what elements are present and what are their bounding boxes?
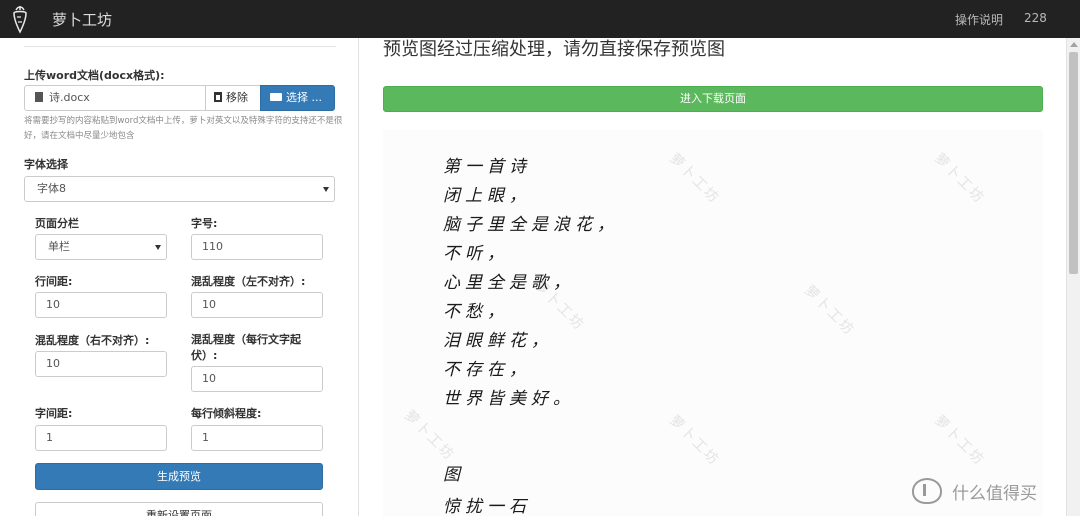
trash-icon — [214, 92, 222, 102]
carrot-logo-icon[interactable] — [8, 4, 32, 34]
font-size-input[interactable]: 110 — [191, 234, 323, 260]
top-navbar: 萝卜工坊 操作说明 228 — [0, 0, 1080, 38]
corner-brand-text: 什么值得买 — [952, 484, 1037, 504]
generate-preview-button[interactable]: 生成预览 — [35, 463, 323, 490]
font-select[interactable]: 字体8 — [24, 176, 335, 202]
poem-line: 不愁， — [443, 302, 509, 322]
tilt-input[interactable]: 1 — [191, 425, 323, 451]
brand-name[interactable]: 萝卜工坊 — [52, 9, 112, 30]
corner-brand: 什么值得买 — [912, 476, 1080, 504]
brand-mark-icon — [912, 478, 942, 504]
chevron-down-icon — [155, 245, 161, 250]
columns-select[interactable]: 单栏 — [35, 234, 167, 260]
choose-file-button[interactable]: 选择 ... — [260, 85, 335, 111]
poem-line: 图 — [443, 465, 465, 485]
chaos-left-label: 混乱程度（左不对齐）: — [191, 275, 306, 288]
columns-label: 页面分栏 — [35, 217, 79, 230]
font-select-value: 字体8 — [37, 182, 66, 195]
visit-count[interactable]: 228 — [1024, 11, 1047, 25]
watermark: 萝卜工坊 — [401, 407, 458, 464]
file-icon — [35, 92, 43, 102]
remove-file-button[interactable]: 移除 — [205, 85, 261, 111]
preview-image: 萝卜工坊 萝卜工坊 萝卜工坊 萝卜工坊 萝卜工坊 萝卜工坊 萝卜工坊 第一首诗 … — [383, 130, 1043, 516]
poem-line: 不听， — [443, 244, 509, 264]
font-size-label: 字号: — [191, 217, 218, 230]
poem-line: 脑子里全是浪花， — [443, 215, 619, 235]
choose-label: 选择 ... — [286, 91, 322, 104]
folder-open-icon — [270, 93, 282, 101]
remove-label: 移除 — [226, 91, 248, 104]
poem-line: 惊扰一石 — [443, 497, 531, 516]
watermark: 萝卜工坊 — [931, 150, 988, 207]
preview-panel: 预览图经过压缩处理，请勿直接保存预览图 进入下载页面 萝卜工坊 萝卜工坊 萝卜工… — [360, 38, 1066, 516]
poem-line: 世界皆美好。 — [443, 389, 575, 409]
poem-line: 泪眼鲜花， — [443, 331, 553, 351]
file-name-display: 诗.docx — [24, 85, 206, 111]
scrollbar-thumb[interactable] — [1069, 52, 1078, 274]
page-scrollbar[interactable] — [1066, 38, 1080, 516]
font-select-label: 字体选择 — [24, 158, 68, 171]
upload-label: 上传word文档(docx格式): — [24, 69, 165, 82]
poem-line: 第一首诗 — [443, 157, 531, 177]
chevron-down-icon — [323, 187, 329, 192]
char-spacing-label: 字间距: — [35, 407, 73, 420]
chaos-line-label: 混乱程度（每行文字起伏）: — [191, 333, 301, 362]
download-page-button[interactable]: 进入下载页面 — [383, 86, 1043, 112]
help-link[interactable]: 操作说明 — [955, 11, 1003, 28]
scroll-up-arrow-icon[interactable] — [1070, 42, 1078, 47]
char-spacing-input[interactable]: 1 — [35, 425, 167, 451]
settings-panel: 上传word文档(docx格式): 诗.docx 移除 选择 ... 将需要抄写… — [0, 38, 359, 516]
upload-help-text: 将需要抄写的内容粘贴到word文档中上传，萝卜对英文以及特殊字符的支持还不是很好… — [24, 116, 343, 141]
file-name: 诗.docx — [49, 91, 90, 104]
poem-line: 心里全是歌， — [443, 273, 575, 293]
chaos-left-input[interactable]: 10 — [191, 292, 323, 318]
poem-line: 不存在， — [443, 360, 531, 380]
poem-line: 闭上眼， — [443, 186, 531, 206]
chaos-right-input[interactable]: 10 — [35, 351, 167, 377]
line-spacing-label: 行间距: — [35, 275, 73, 288]
watermark: 萝卜工坊 — [801, 282, 858, 339]
watermark: 萝卜工坊 — [666, 150, 723, 207]
watermark: 萝卜工坊 — [931, 412, 988, 469]
tilt-label: 每行倾斜程度: — [191, 407, 262, 420]
watermark: 萝卜工坊 — [666, 412, 723, 469]
columns-select-value: 单栏 — [48, 240, 70, 253]
line-spacing-input[interactable]: 10 — [35, 292, 167, 318]
chaos-right-label: 混乱程度（右不对齐）: — [35, 334, 150, 347]
divider — [24, 46, 336, 47]
chaos-line-input[interactable]: 10 — [191, 366, 323, 392]
preview-heading: 预览图经过压缩处理，请勿直接保存预览图 — [383, 39, 725, 60]
reset-page-button[interactable]: 重新设置页面 — [35, 502, 323, 516]
